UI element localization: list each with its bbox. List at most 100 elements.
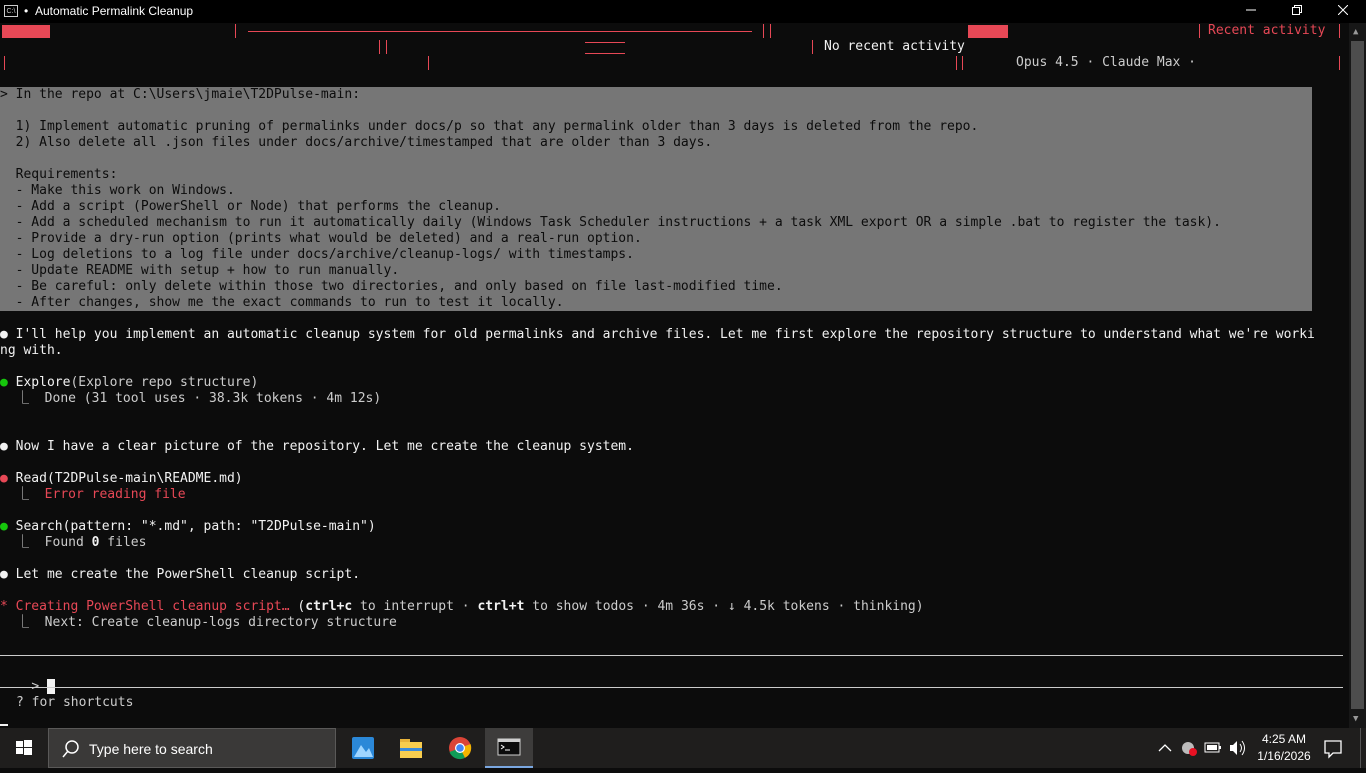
taskbar-search-box[interactable]: Type here to search [48, 728, 336, 768]
banner-border [962, 56, 963, 70]
recent-activity-heading: Recent activity [1208, 23, 1326, 38]
next-todo: ⎿ Next: Create cleanup-logs directory st… [0, 615, 397, 631]
banner-border [1339, 56, 1340, 70]
tool-args: (pattern: "*.md", path: "T2DPulse-main") [62, 519, 376, 534]
cmd-app-icon: C:\ [4, 5, 18, 17]
user-prompt-block: > In the repo at C:\Users\jmaie\T2DPulse… [0, 87, 1312, 311]
prompt-line: - Log deletions to a log file under docs… [0, 247, 634, 262]
tray-overflow-button[interactable] [1156, 728, 1174, 768]
taskbar-file-explorer[interactable] [387, 728, 435, 768]
message-text: Let me create the PowerShell cleanup scr… [7, 567, 361, 582]
banner-border [956, 56, 957, 70]
status-hint: ( [289, 599, 306, 614]
shortcuts-hint: ? for shortcuts [16, 695, 134, 710]
tray-clock[interactable]: 4:25 AM 1/16/2026 [1252, 728, 1316, 768]
taskbar-terminal-active[interactable] [485, 728, 533, 768]
input-line[interactable]: > [0, 663, 55, 694]
tray-volume[interactable] [1227, 728, 1247, 768]
prompt-line: - Be careful: only delete within those t… [0, 279, 783, 294]
input-bottom-border [0, 687, 1343, 688]
taskbar-photos[interactable] [339, 728, 387, 768]
start-button[interactable] [0, 728, 48, 768]
tray-network-alert[interactable] [1179, 728, 1199, 768]
scroll-down-icon[interactable]: ▼ [1353, 714, 1358, 724]
close-button[interactable] [1320, 0, 1366, 23]
volume-icon [1230, 740, 1245, 756]
banner-border [1339, 24, 1340, 38]
banner-divider [248, 31, 752, 32]
prompt-line: - Add a script (PowerShell or Node) that… [0, 199, 501, 214]
bullet-icon: ● [0, 439, 8, 454]
message-text: I'll help you implement an automatic cle… [7, 327, 1315, 342]
banner-border [386, 40, 387, 54]
tool-args: (Explore repo structure) [70, 375, 259, 390]
status-hint: to interrupt · [352, 599, 478, 614]
window-title: Automatic Permalink Cleanup [35, 4, 194, 18]
tool-call-read: ● Read(T2DPulse-main\README.md) [0, 471, 243, 487]
network-alert-icon [1182, 742, 1197, 756]
scroll-up-icon[interactable]: ▲ [1353, 27, 1358, 37]
search-icon [62, 740, 79, 758]
banner-glyphs [585, 42, 625, 54]
chrome-icon [449, 737, 472, 760]
message-text: Now I have a clear picture of the reposi… [7, 439, 634, 454]
banner-border [770, 24, 771, 38]
prompt-line: - Make this work on Windows. [0, 183, 235, 198]
terminal-scrollbar[interactable]: ▲ ▼ [1349, 23, 1366, 728]
clock-time: 4:25 AM [1261, 732, 1307, 746]
assistant-message: ● Now I have a clear picture of the repo… [0, 439, 634, 455]
banner-border [4, 56, 5, 70]
bullet-icon: ● [0, 567, 8, 582]
next-text: Next: Create cleanup-logs directory stru… [29, 615, 397, 630]
logo-glyphs-right [968, 25, 1008, 38]
window-titlebar: C:\ • Automatic Permalink Cleanup [0, 0, 1366, 23]
logo-glyphs-left [2, 25, 50, 38]
title-dot: • [24, 4, 29, 18]
result-text: files [99, 535, 147, 550]
search-placeholder: Type here to search [89, 741, 213, 757]
scrollbar-thumb[interactable] [1351, 41, 1364, 709]
result-connector-icon: ⎿ [16, 487, 30, 502]
shortcut-key: ctrl+t [477, 599, 525, 614]
prompt-line: 2) Also delete all .json files under doc… [0, 135, 713, 150]
tool-call-search: ● Search(pattern: "*.md", path: "T2DPuls… [0, 519, 376, 535]
banner-border [812, 40, 813, 54]
windows-taskbar: Type here to search 4:25 AM 1/16/2026 [0, 728, 1366, 768]
terminal-icon [497, 738, 521, 756]
terminal-area[interactable]: Recent activity No recent activity Opus … [0, 23, 1348, 728]
restore-button[interactable] [1274, 0, 1320, 23]
assistant-message-cont: ng with. [0, 343, 63, 358]
minimize-icon [1246, 9, 1256, 11]
prompt-line: > In the repo at C:\Users\jmaie\T2DPulse… [0, 87, 361, 102]
windows-logo-icon [16, 740, 32, 755]
photos-icon [352, 737, 374, 759]
tool-call-explore: ● Explore(Explore repo structure) [0, 375, 258, 391]
battery-icon [1204, 742, 1221, 753]
tool-name: Explore [15, 375, 71, 390]
banner-border [763, 24, 764, 38]
tool-name: Read [15, 471, 47, 486]
show-desktop-button[interactable] [1360, 728, 1366, 768]
prompt-line: - Provide a dry-run option (prints what … [0, 231, 642, 246]
status-hint: to show todos · 4m 36s · ↓ 4.5k tokens ·… [524, 599, 924, 614]
notifications-button[interactable] [1320, 728, 1346, 768]
minimize-button[interactable] [1228, 0, 1274, 23]
close-icon [1337, 4, 1349, 16]
error-bullet-icon: ● [0, 471, 8, 486]
bullet-icon: ● [0, 327, 8, 342]
banner-border [428, 56, 429, 70]
taskbar-chrome[interactable] [436, 728, 484, 768]
prompt-line: - After changes, show me the exact comma… [0, 295, 564, 310]
prompt-line: 1) Implement automatic pruning of permal… [0, 119, 979, 134]
tool-result: ⎿ Done (31 tool uses · 38.3k tokens · 4m… [0, 391, 381, 407]
clock-date: 1/16/2026 [1257, 749, 1311, 763]
error-text: Error reading file [44, 487, 186, 502]
result-connector-icon: ⎿ [16, 615, 30, 630]
tool-name: Search [15, 519, 63, 534]
tray-battery[interactable] [1203, 728, 1223, 768]
banner-border [1199, 24, 1200, 38]
assistant-message: ● Let me create the PowerShell cleanup s… [0, 567, 360, 583]
restore-icon [1292, 5, 1302, 15]
no-recent-activity: No recent activity [824, 39, 965, 54]
assistant-message: ● I'll help you implement an automatic c… [0, 327, 1315, 343]
